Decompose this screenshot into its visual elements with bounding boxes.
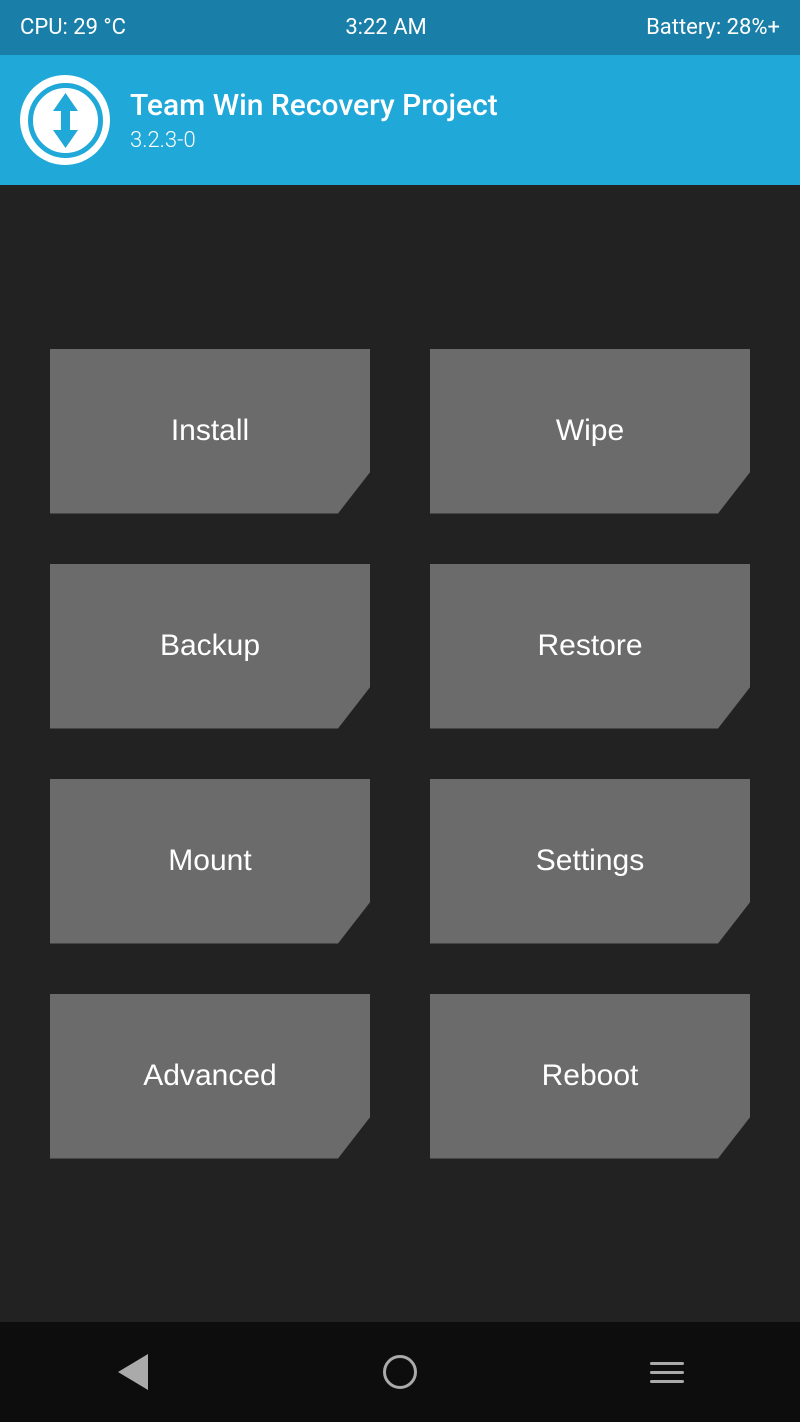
button-grid: Install Wipe Backup Restore Mount Settin… bbox=[50, 349, 750, 1159]
menu-line-1 bbox=[650, 1362, 684, 1365]
menu-icon bbox=[650, 1362, 684, 1383]
install-button[interactable]: Install bbox=[50, 349, 370, 514]
home-icon bbox=[383, 1355, 417, 1389]
back-nav-button[interactable] bbox=[93, 1342, 173, 1402]
nav-bar bbox=[0, 1322, 800, 1422]
wipe-button[interactable]: Wipe bbox=[430, 349, 750, 514]
restore-button[interactable]: Restore bbox=[430, 564, 750, 729]
home-nav-button[interactable] bbox=[360, 1342, 440, 1402]
app-title: Team Win Recovery Project bbox=[130, 88, 498, 124]
battery-status: Battery: 28%+ bbox=[646, 15, 780, 40]
settings-button[interactable]: Settings bbox=[430, 779, 750, 944]
reboot-button[interactable]: Reboot bbox=[430, 994, 750, 1159]
back-icon bbox=[118, 1354, 148, 1390]
menu-line-3 bbox=[650, 1380, 684, 1383]
main-content: Install Wipe Backup Restore Mount Settin… bbox=[0, 185, 800, 1322]
menu-nav-button[interactable] bbox=[627, 1342, 707, 1402]
menu-line-2 bbox=[650, 1371, 684, 1374]
app-header: Team Win Recovery Project 3.2.3-0 bbox=[0, 55, 800, 185]
time-status: 3:22 AM bbox=[345, 15, 426, 40]
header-text-container: Team Win Recovery Project 3.2.3-0 bbox=[130, 88, 498, 153]
logo-icon bbox=[28, 83, 103, 158]
backup-button[interactable]: Backup bbox=[50, 564, 370, 729]
mount-button[interactable]: Mount bbox=[50, 779, 370, 944]
status-bar: CPU: 29 °C 3:22 AM Battery: 28%+ bbox=[0, 0, 800, 55]
advanced-button[interactable]: Advanced bbox=[50, 994, 370, 1159]
app-logo bbox=[20, 75, 110, 165]
cpu-status: CPU: 29 °C bbox=[20, 15, 126, 40]
app-version: 3.2.3-0 bbox=[130, 128, 498, 153]
